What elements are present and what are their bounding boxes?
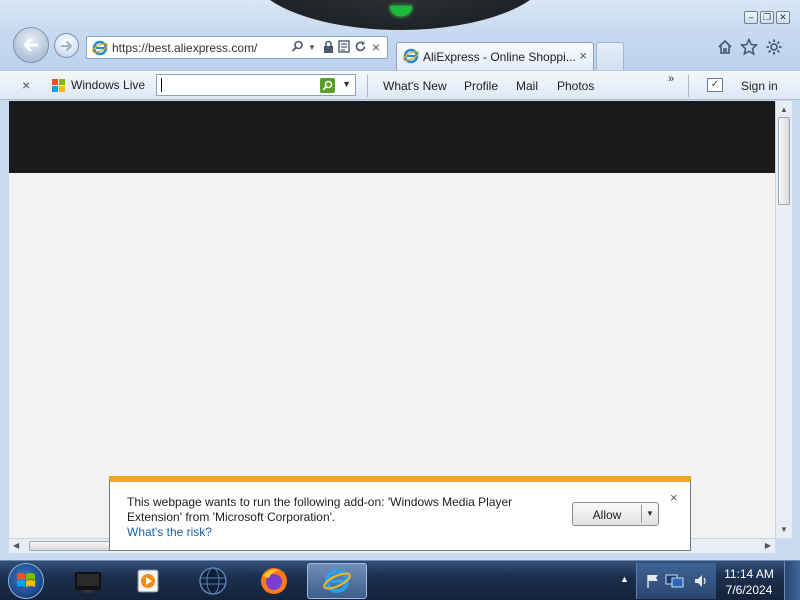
refresh-icon[interactable] [353,40,367,55]
toolbar-close-icon[interactable]: × [22,77,30,93]
tab-title: AliExpress - Online Shoppi... [423,50,576,64]
new-tab-button[interactable] [596,42,624,70]
search-icon [322,80,333,91]
window-controls: – ❐ ✕ [744,11,790,24]
page-header-band [9,101,775,173]
scroll-down-arrow-icon[interactable]: ▼ [780,525,788,534]
allow-button[interactable]: Allow ▼ [572,502,659,526]
allow-dropdown-icon[interactable]: ▼ [646,509,654,518]
internet-explorer-icon [92,40,108,56]
stop-icon[interactable]: × [369,40,383,55]
tab-close-icon[interactable]: × [579,48,587,63]
compatibility-view-icon[interactable] [337,40,351,55]
whats-new-link[interactable]: What's New [383,79,447,93]
text-caret [161,78,162,92]
windows-logo-icon [52,79,65,92]
address-url[interactable]: https://best.aliexpress.com/ [112,41,257,55]
scroll-up-arrow-icon[interactable]: ▲ [780,105,788,114]
clock-time[interactable]: 11:14 AM [720,567,778,581]
notification-tray [636,563,716,599]
taskbar: ▲ 11:14 AM 7/6/2024 [0,560,800,600]
windows-logo-icon [17,573,35,587]
windows-live-toolbar: × Windows Live ▼ What's New Profile Mail… [0,70,800,100]
back-arrow-icon [23,38,39,52]
taskbar-firefox[interactable] [244,563,304,599]
forward-arrow-icon [60,40,72,51]
internet-explorer-icon [323,569,351,593]
search-dropdown-icon[interactable]: ▼ [305,40,319,55]
network-monitor-icon[interactable] [665,573,685,589]
show-desktop-button[interactable] [784,561,800,600]
scroll-right-arrow-icon[interactable]: ▶ [765,541,771,550]
photos-link[interactable]: Photos [557,79,594,93]
favorites-star-icon[interactable] [740,38,758,56]
taskbar-media-player[interactable] [118,563,178,599]
sign-in-link[interactable]: Sign in [741,79,778,93]
mail-link[interactable]: Mail [516,79,538,93]
horizontal-scroll-thumb[interactable] [29,541,115,551]
forward-button[interactable] [54,33,79,58]
vertical-scroll-thumb[interactable] [778,117,790,205]
page-content [9,101,775,538]
taskbar-globe-app[interactable] [183,563,243,599]
window-frame-bottom [0,553,800,560]
search-dropdown-icon[interactable]: ▼ [342,79,351,89]
restore-button[interactable]: ❐ [760,11,774,24]
minimize-button[interactable]: – [744,11,758,24]
addon-notification-bar: This webpage wants to run the following … [109,476,691,551]
allow-label[interactable]: Allow [573,508,641,522]
media-player-icon [137,569,159,593]
clock-date[interactable]: 7/6/2024 [720,583,778,597]
back-button[interactable] [13,27,49,63]
checklist-icon[interactable]: ✓ [707,78,723,92]
vertical-scrollbar[interactable]: ▲ ▼ [775,101,792,538]
action-center-flag-icon[interactable] [645,573,661,589]
home-icon[interactable] [716,38,734,56]
taskbar-internet-explorer[interactable] [307,563,367,599]
show-hidden-icons-arrow[interactable]: ▲ [620,574,629,584]
media-center-icon [75,572,101,593]
settings-gear-icon[interactable] [765,38,783,56]
start-button[interactable] [8,563,44,599]
volume-speaker-icon[interactable] [693,573,709,589]
toolbar-divider [367,75,368,97]
tab-aliexpress[interactable]: AliExpress - Online Shoppi... × [396,42,594,70]
search-icon[interactable] [290,40,304,55]
profile-link[interactable]: Profile [464,79,498,93]
browser-titlebar: – ❐ ✕ https://best.aliexpress.com/ ▼ × A… [0,0,800,70]
button-split-divider [641,505,642,523]
more-links-chevron-icon[interactable]: » [668,73,674,85]
windows-live-label[interactable]: Windows Live [71,78,145,92]
internet-explorer-icon [403,48,419,64]
toolbar-divider [688,75,689,97]
scroll-left-arrow-icon[interactable]: ◀ [13,541,19,550]
notification-message: This webpage wants to run the following … [127,495,513,524]
firefox-icon [261,568,287,594]
notification-close-icon[interactable]: × [670,490,678,505]
globe-icon [199,567,227,595]
whats-the-risk-link[interactable]: What's the risk? [127,525,212,539]
close-window-button[interactable]: ✕ [776,11,790,24]
address-bar[interactable]: https://best.aliexpress.com/ ▼ × [86,36,388,59]
taskbar-media-center[interactable] [58,563,118,599]
lock-icon[interactable] [321,40,335,55]
search-go-button[interactable] [320,78,335,93]
windows-live-search-input[interactable]: ▼ [156,74,356,96]
